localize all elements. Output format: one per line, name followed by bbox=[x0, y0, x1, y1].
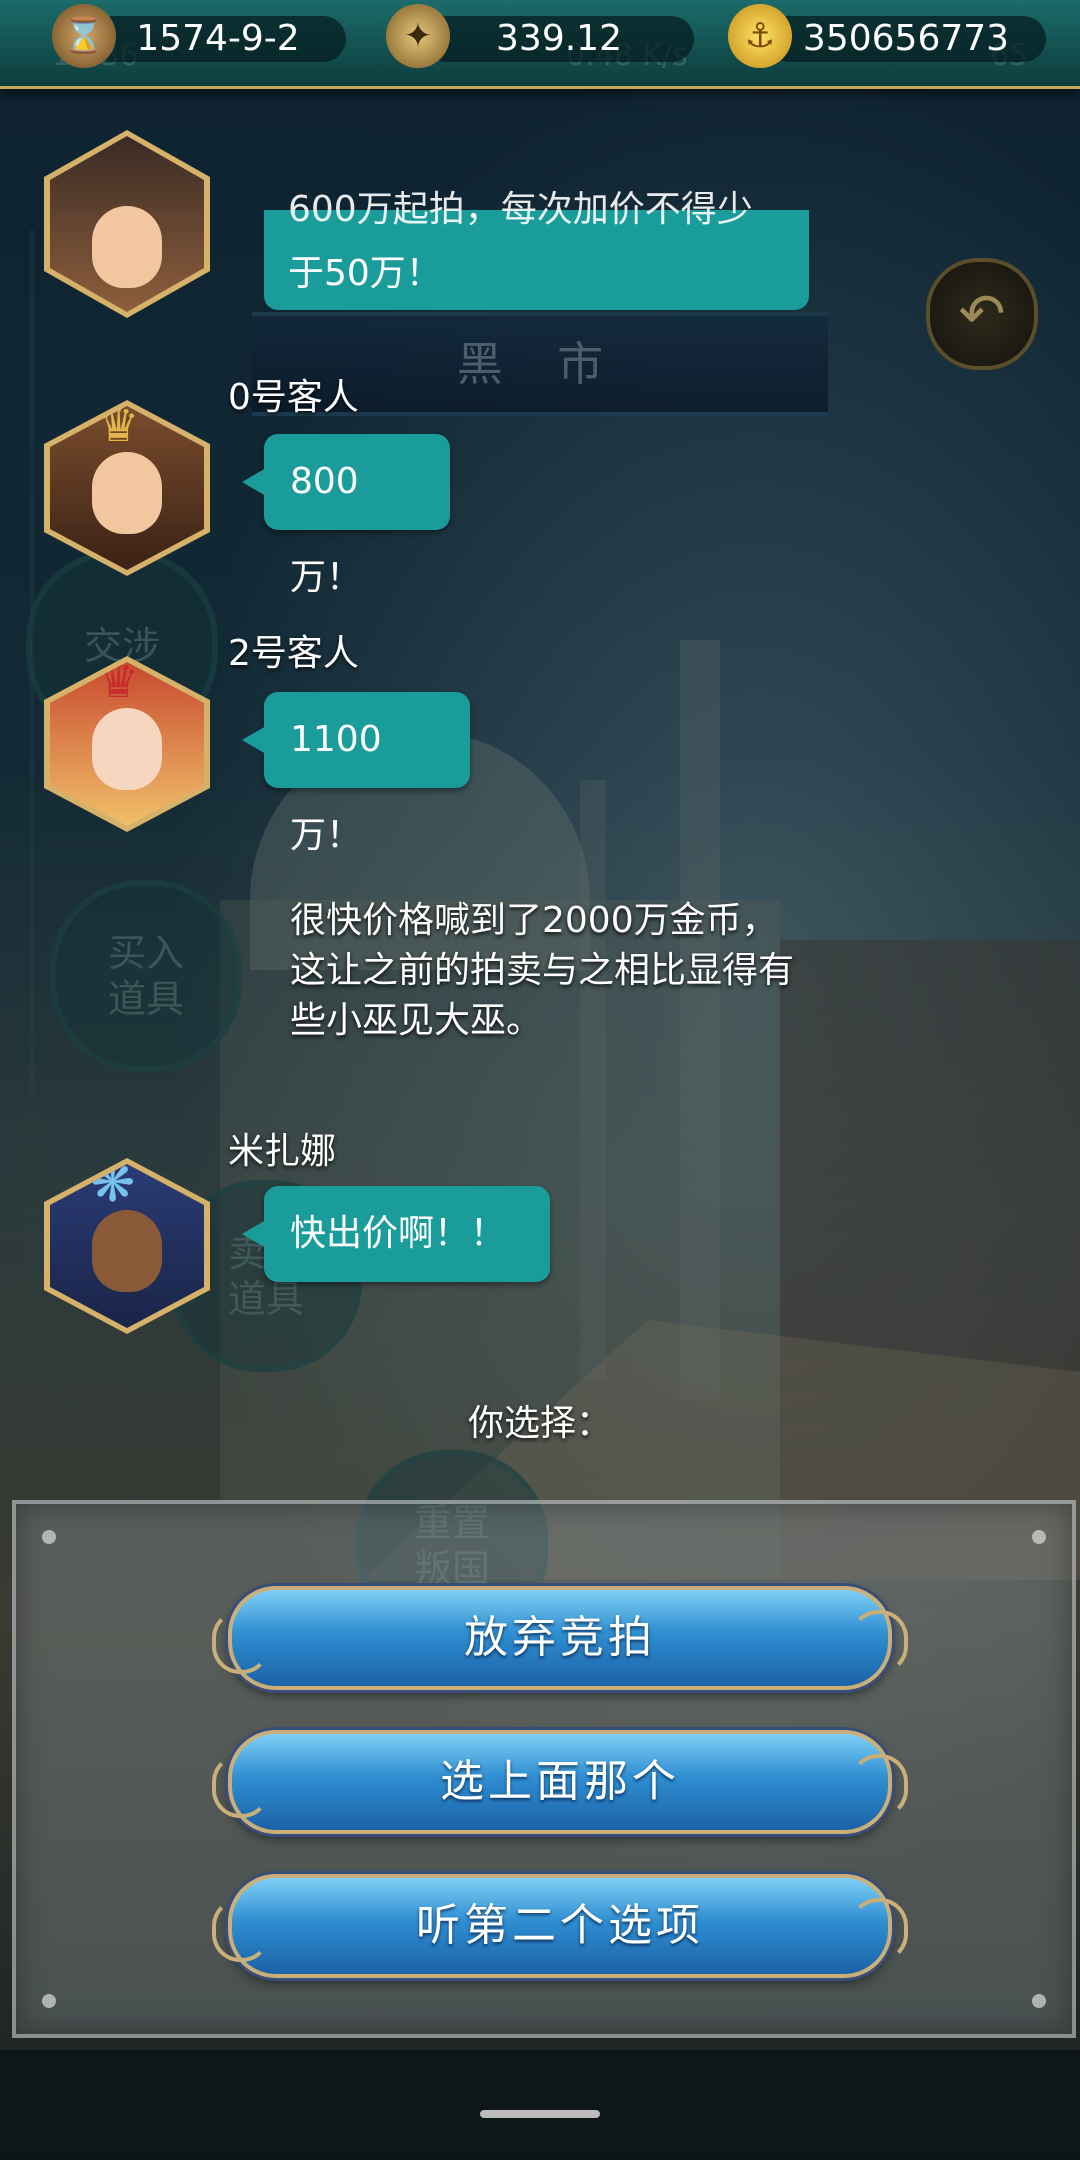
rivet bbox=[42, 1530, 56, 1544]
back-button[interactable]: ↶ bbox=[926, 258, 1038, 370]
rivet bbox=[1032, 1530, 1046, 1544]
hourglass-icon: ⌛ bbox=[52, 4, 116, 68]
choice-label-second-option: 听第二个选项 bbox=[416, 1900, 704, 1951]
choice-button-second-option[interactable]: 听第二个选项 bbox=[212, 1874, 908, 1978]
choice-panel: 放弃竞拍 选上面那个 听第二个选项 bbox=[12, 1500, 1076, 2038]
auction-rules-line1: 600万起拍，每次加价不得少 bbox=[288, 189, 753, 230]
chat-message-guest-0: 800万！ bbox=[290, 461, 363, 598]
background-minaret-small bbox=[580, 780, 606, 1380]
menu-buy-items-circle: 买入 道具 bbox=[50, 880, 242, 1072]
home-gesture-bar[interactable] bbox=[480, 2110, 600, 2118]
choice-prompt: 你选择： bbox=[467, 1403, 612, 1444]
speaker-name-guest-2: 2号客人 bbox=[228, 633, 359, 674]
resource-bar: 18:36 0.48 K/s 65 1574-9-2 339.12 350656… bbox=[0, 0, 1080, 89]
back-arrow-icon: ↶ bbox=[958, 281, 1006, 347]
chat-bubble-auction-rules: 600万起拍，每次加价不得少 于50万！ bbox=[264, 189, 809, 310]
compass-value: 339.12 bbox=[496, 18, 622, 59]
compass-display: 339.12 bbox=[424, 16, 694, 62]
speaker-name-guest-0: 0号客人 bbox=[228, 377, 359, 418]
gold-display: 350656773 bbox=[766, 16, 1046, 62]
rivet bbox=[42, 1994, 56, 2008]
rivet bbox=[1032, 1994, 1046, 2008]
menu-buy-items-label: 买入 道具 bbox=[107, 931, 184, 1021]
anchor-coin-icon: ⚓ bbox=[728, 4, 792, 68]
choice-label-give-up: 放弃竞拍 bbox=[464, 1612, 656, 1663]
game-screen: 黑 市 交涉 买入 道具 卖出 道具 重置 叛国 ↶ 18:36 0.48 K/… bbox=[0, 0, 1080, 2160]
system-nav-area bbox=[0, 2050, 1080, 2160]
chat-message-mizana: 快出价啊！！ bbox=[290, 1213, 507, 1254]
choice-button-give-up[interactable]: 放弃竞拍 bbox=[212, 1586, 908, 1690]
choice-button-choose-above[interactable]: 选上面那个 bbox=[212, 1730, 908, 1834]
chat-bubble-guest-2: 1100万！ bbox=[242, 692, 470, 856]
narration-text: 很快价格喊到了2000万金币，这让之前的拍卖与之相比显得有些小巫见大巫。 bbox=[290, 900, 795, 1041]
compass-icon: ✦ bbox=[386, 4, 450, 68]
date-value: 1574-9-2 bbox=[136, 18, 300, 59]
chat-bubble-mizana: 快出价啊！！ bbox=[242, 1186, 550, 1282]
chat-bubble-guest-0: 800万！ bbox=[242, 434, 450, 598]
speaker-name-mizana: 米扎娜 bbox=[228, 1131, 337, 1172]
auction-rules-line2: 于50万！ bbox=[288, 253, 442, 294]
gold-value: 350656773 bbox=[802, 18, 1010, 59]
choice-label-choose-above: 选上面那个 bbox=[440, 1756, 680, 1807]
date-display: 1574-9-2 bbox=[90, 16, 346, 62]
